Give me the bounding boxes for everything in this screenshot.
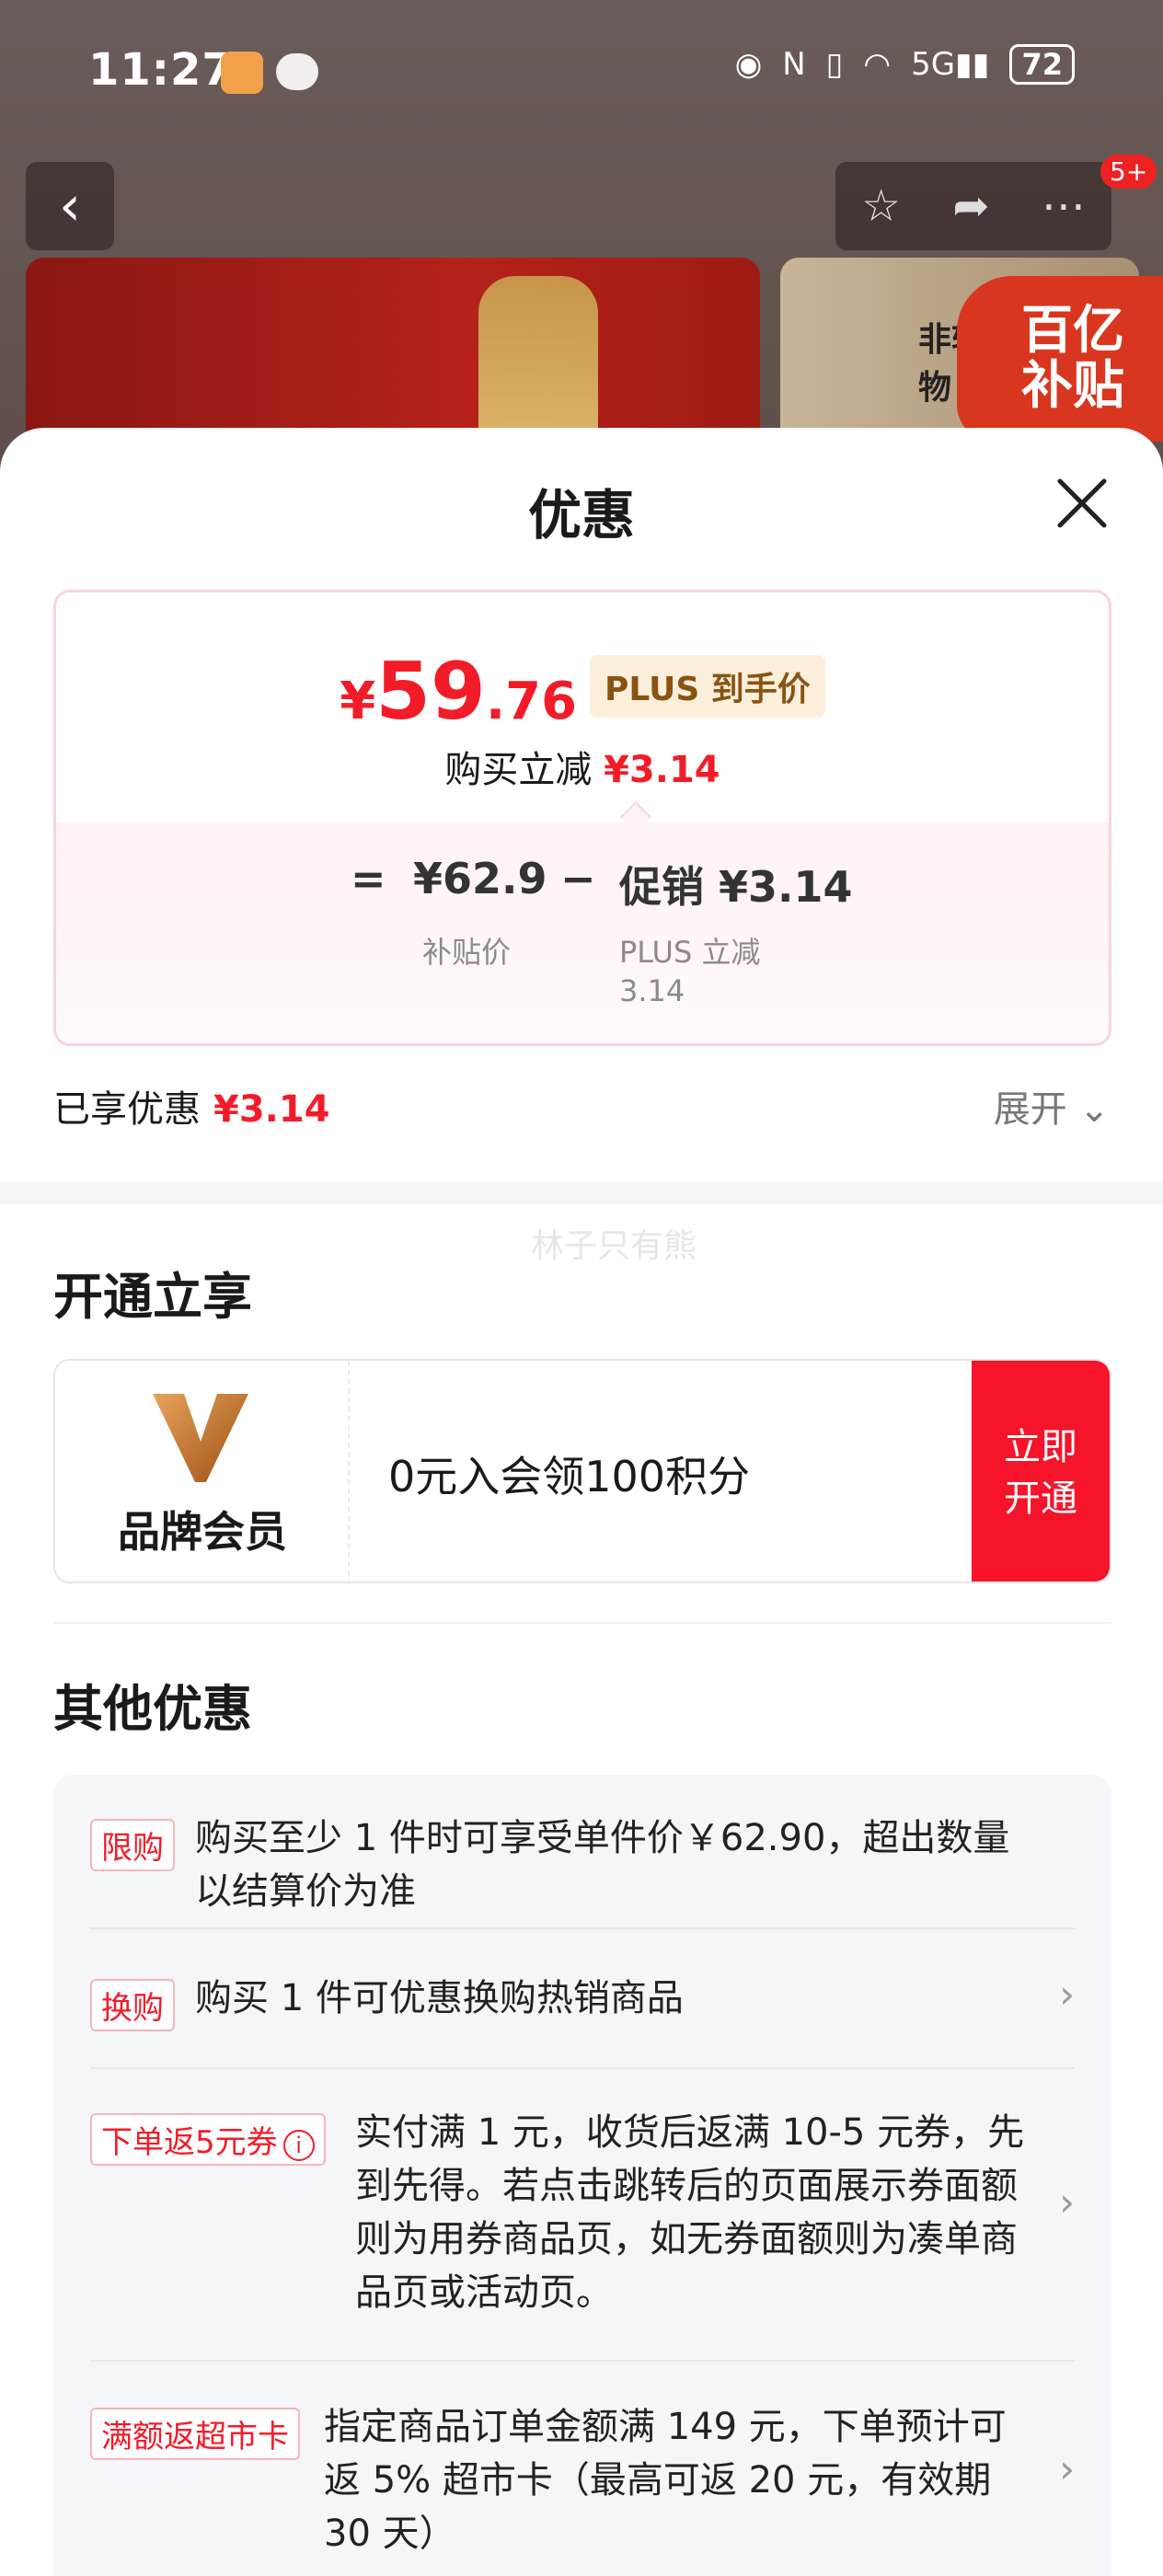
chevron-left-icon: ‹ bbox=[59, 174, 81, 238]
promo-amount: 促销 ¥3.14 bbox=[619, 862, 853, 912]
other-section-title: 其他优惠 bbox=[53, 1680, 252, 1738]
status-time: 11:27 bbox=[88, 44, 234, 96]
chevron-right-icon: › bbox=[1059, 2179, 1075, 2225]
equals-sign: = bbox=[351, 854, 386, 903]
top-action-bar: ☆ ➦ ⋯ bbox=[835, 162, 1111, 250]
price-formula: = ¥62.9 补贴价 − 促销 ¥3.14 PLUS 立减 3.14 bbox=[56, 822, 1109, 1043]
close-icon[interactable] bbox=[1054, 476, 1110, 531]
expand-toggle[interactable]: 展开 ⌄ bbox=[994, 1079, 1110, 1133]
status-icons: ◉ N ▯ ◠ 5G▮▮ 72 bbox=[735, 44, 1075, 85]
share-icon[interactable]: ➦ bbox=[952, 180, 989, 232]
sheet-title: 优惠 bbox=[527, 484, 635, 546]
open-section-title: 开通立享 bbox=[53, 1268, 252, 1326]
enjoyed-discount: 已享优惠 ¥3.14 bbox=[53, 1088, 330, 1131]
eye-icon: ◉ bbox=[734, 46, 763, 83]
tag-purchase-limit: 限购 bbox=[90, 1819, 175, 1871]
final-price-row: ¥59.76 PLUS 到手价 bbox=[56, 646, 1109, 738]
other-discounts-list: 限购 购买至少 1 件时可享受单件价￥62.90，超出数量以结算价为准 换购 购… bbox=[53, 1775, 1111, 2576]
tag-supermarket-card: 满额返超市卡 bbox=[90, 2408, 300, 2460]
back-button[interactable]: ‹ bbox=[26, 162, 114, 250]
app-notification-icon bbox=[221, 52, 263, 94]
brand-member-card[interactable]: 品牌会员 0元入会领100积分 立即 开通 bbox=[53, 1359, 1111, 1583]
tag-exchange: 换购 bbox=[90, 1979, 175, 2031]
status-bar: 11:27 ◉ N ▯ ◠ 5G▮▮ 72 bbox=[0, 0, 1163, 147]
vibrate-icon: ▯ bbox=[825, 46, 844, 83]
instant-reduce: 购买立减 ¥3.14 bbox=[444, 749, 720, 791]
subsidy-badge: 百亿 补贴 bbox=[957, 276, 1163, 442]
brand-member-name: 品牌会员 bbox=[118, 1507, 287, 1557]
plus-price-tag: PLUS 到手价 bbox=[590, 655, 825, 718]
discount-sheet: 优惠 ¥59.76 PLUS 到手价 购买立减 ¥3.14 = ¥62.9 补贴… bbox=[0, 428, 1163, 2576]
chevron-right-icon: › bbox=[1059, 2446, 1075, 2491]
battery-icon: 72 bbox=[1009, 44, 1075, 85]
list-item-exchange[interactable]: 换购 购买 1 件可优惠换购热销商品 › bbox=[90, 1949, 1075, 2041]
chevron-right-icon: › bbox=[1059, 1972, 1075, 2017]
notification-badge: 5+ bbox=[1100, 155, 1157, 189]
final-price: ¥59.76 bbox=[340, 646, 578, 738]
promo-label: PLUS 立减 bbox=[619, 935, 761, 970]
minus-sign: − bbox=[560, 854, 596, 903]
promo-label-value: 3.14 bbox=[619, 973, 685, 1008]
list-item-supermarket-card[interactable]: 满额返超市卡 指定商品订单金额满 149 元，下单预计可返 5% 超市卡（最高可… bbox=[90, 2382, 1075, 2576]
wifi-icon: ◠ bbox=[863, 46, 892, 83]
signal-icon: 5G▮▮ bbox=[911, 46, 990, 83]
star-icon[interactable]: ☆ bbox=[861, 180, 901, 232]
exchange-desc: 购买 1 件可优惠换购热销商品 bbox=[195, 1977, 684, 2019]
member-offer-text: 0元入会领100积分 bbox=[388, 1452, 751, 1501]
purchase-limit-desc: 购买至少 1 件时可享受单件价￥62.90，超出数量以结算价为准 bbox=[195, 1817, 1010, 1913]
brand-member-logo-icon bbox=[153, 1394, 248, 1482]
list-item-coupon-return[interactable]: 下单返5元券 i 实付满 1 元，收货后返满 10-5 元券，先到先得。若点击跳转… bbox=[90, 2087, 1075, 2327]
chevron-down-icon: ⌄ bbox=[1078, 1088, 1110, 1131]
info-icon[interactable]: i bbox=[282, 2130, 315, 2161]
coupon-return-desc: 实付满 1 元，收货后返满 10-5 元券，先到先得。若点击跳转后的页面展示券面… bbox=[355, 2111, 1025, 2314]
more-icon[interactable]: ⋯ bbox=[1042, 180, 1086, 232]
list-item-purchase-limit: 限购 购买至少 1 件时可享受单件价￥62.90，超出数量以结算价为准 bbox=[90, 1811, 1075, 1913]
nfc-icon: N bbox=[782, 46, 806, 83]
wechat-icon bbox=[276, 53, 318, 90]
open-membership-button[interactable]: 立即 开通 bbox=[972, 1361, 1110, 1581]
supermarket-card-desc: 指定商品订单金额满 149 元，下单预计可返 5% 超市卡（最高可返 20 元，… bbox=[324, 2406, 1007, 2555]
price-card: ¥59.76 PLUS 到手价 购买立减 ¥3.14 = ¥62.9 补贴价 −… bbox=[53, 590, 1111, 1046]
subsidy-price-label: 补贴价 bbox=[422, 935, 512, 970]
subsidy-price: ¥62.9 bbox=[413, 854, 547, 903]
tag-coupon-return: 下单返5元券 i bbox=[90, 2113, 326, 2166]
